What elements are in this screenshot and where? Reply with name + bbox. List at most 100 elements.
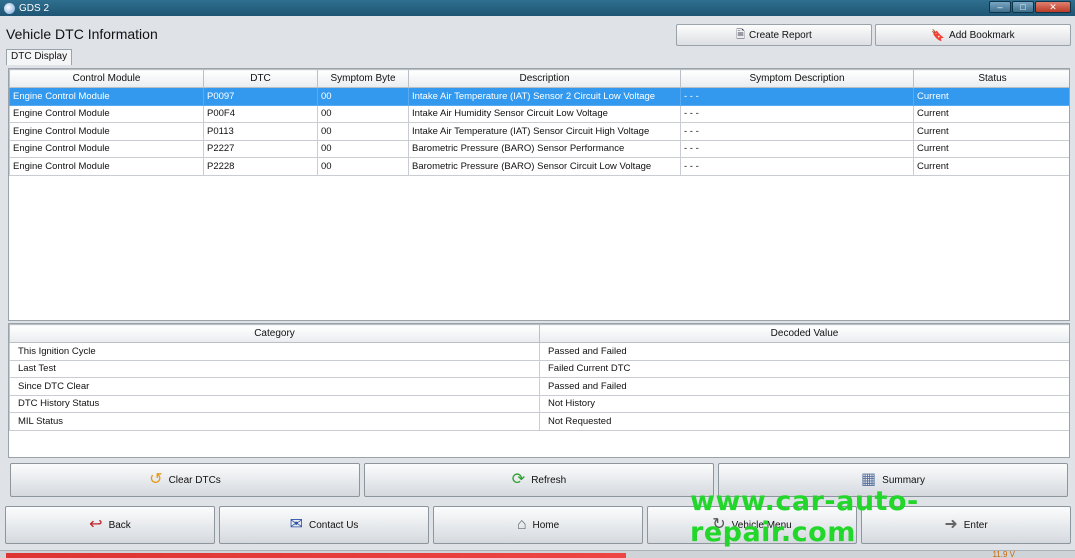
create-report-button[interactable]: 🗎 Create Report	[676, 24, 872, 46]
table-row[interactable]: Engine Control Module P0097 00 Intake Ai…	[9, 87, 1069, 106]
cell-category: MIL Status	[9, 412, 540, 431]
cell-category: Since DTC Clear	[9, 377, 540, 396]
tab-dtc-display[interactable]: DTC Display	[6, 49, 73, 65]
refresh-label: Refresh	[531, 474, 567, 486]
cell-symptom-description: - - -	[680, 157, 914, 176]
dtc-table-header: Control Module DTC Symptom Byte Descript…	[9, 69, 1069, 88]
window-controls: – □ ✕	[989, 1, 1071, 13]
cell-dtc: P0113	[203, 122, 318, 141]
cell-status: Current	[913, 122, 1069, 141]
refresh-icon: ⟳	[511, 471, 526, 488]
col-category[interactable]: Category	[9, 324, 540, 343]
cell-description: Barometric Pressure (BARO) Sensor Circui…	[408, 157, 681, 176]
table-row[interactable]: DTC History Status Not History	[9, 394, 1069, 413]
table-row[interactable]: Last Test Failed Current DTC	[9, 359, 1069, 378]
table-row[interactable]: Since DTC Clear Passed and Failed	[9, 377, 1069, 396]
close-button[interactable]: ✕	[1035, 1, 1071, 13]
cell-description: Barometric Pressure (BARO) Sensor Perfor…	[408, 139, 681, 158]
cell-symptom-byte: 00	[317, 122, 409, 141]
clear-dtcs-label: Clear DTCs	[168, 474, 221, 486]
bookmark-icon: 🔖	[931, 29, 946, 42]
app-icon	[4, 2, 15, 14]
create-report-label: Create Report	[749, 29, 812, 41]
clear-icon: ↺	[149, 471, 163, 488]
table-row[interactable]: This Ignition Cycle Passed and Failed	[9, 342, 1069, 361]
minimize-button[interactable]: –	[989, 1, 1011, 13]
cell-symptom-description: - - -	[680, 139, 914, 158]
status-table-header: Category Decoded Value	[9, 324, 1069, 343]
cell-description: Intake Air Temperature (IAT) Sensor 2 Ci…	[408, 87, 681, 106]
col-control-module[interactable]: Control Module	[9, 69, 204, 88]
cell-dtc: P2228	[203, 157, 318, 176]
col-dtc[interactable]: DTC	[203, 69, 318, 88]
table-row[interactable]: Engine Control Module P00F4 00 Intake Ai…	[9, 104, 1069, 123]
report-icon: 🗎	[736, 28, 746, 41]
contact-us-label: Contact Us	[308, 519, 359, 531]
home-button[interactable]: ⌂ Home	[433, 506, 643, 544]
cell-decoded-value: Not Requested	[539, 412, 1069, 431]
cell-symptom-description: - - -	[680, 104, 914, 123]
add-bookmark-button[interactable]: 🔖 Add Bookmark	[875, 24, 1071, 46]
cell-symptom-byte: 00	[317, 139, 409, 158]
table-row[interactable]: Engine Control Module P2227 00 Barometri…	[9, 139, 1069, 158]
cell-decoded-value: Passed and Failed	[539, 377, 1069, 396]
cell-category: This Ignition Cycle	[9, 342, 540, 361]
summary-label: Summary	[882, 474, 925, 486]
cell-description: Intake Air Humidity Sensor Circuit Low V…	[408, 104, 681, 123]
cell-symptom-byte: 00	[317, 104, 409, 123]
cell-description: Intake Air Temperature (IAT) Sensor Circ…	[408, 122, 681, 141]
table-row[interactable]: Engine Control Module P2228 00 Barometri…	[9, 157, 1069, 176]
cell-symptom-description: - - -	[680, 87, 914, 106]
cell-decoded-value: Not History	[539, 394, 1069, 413]
status-progress-bar	[6, 553, 626, 558]
cell-control-module: Engine Control Module	[9, 87, 204, 106]
cell-status: Current	[913, 157, 1069, 176]
cell-symptom-byte: 00	[317, 157, 409, 176]
maximize-button[interactable]: □	[1012, 1, 1034, 13]
cell-dtc: P0097	[203, 87, 318, 106]
col-symptom-description[interactable]: Symptom Description	[680, 69, 914, 88]
status-bar: 11.9 V	[0, 550, 1075, 558]
cell-dtc: P2227	[203, 139, 318, 158]
envelope-icon: ✉	[289, 516, 303, 533]
refresh-button[interactable]: ⟳ Refresh	[364, 463, 714, 497]
table-row[interactable]: MIL Status Not Requested	[9, 412, 1069, 431]
col-symptom-byte[interactable]: Symptom Byte	[317, 69, 409, 88]
home-icon: ⌂	[516, 516, 527, 533]
cell-control-module: Engine Control Module	[9, 157, 204, 176]
dtc-status-table: Category Decoded Value This Ignition Cyc…	[9, 324, 1069, 431]
main-content: Vehicle DTC Information 🗎 Create Report …	[0, 16, 1075, 558]
window-title: GDS 2	[19, 2, 50, 14]
battery-voltage: 11.9 V	[992, 550, 1015, 558]
col-description[interactable]: Description	[408, 69, 681, 88]
cell-symptom-description: - - -	[680, 122, 914, 141]
cell-category: DTC History Status	[9, 394, 540, 413]
cell-dtc: P00F4	[203, 104, 318, 123]
title-bar: GDS 2 – □ ✕	[0, 0, 1075, 16]
col-decoded-value[interactable]: Decoded Value	[539, 324, 1069, 343]
home-label: Home	[532, 519, 560, 531]
col-status[interactable]: Status	[913, 69, 1069, 88]
dtc-status-panel: Category Decoded Value This Ignition Cyc…	[8, 323, 1070, 458]
page-title: Vehicle DTC Information	[6, 26, 158, 42]
back-button[interactable]: ↩ Back	[5, 506, 215, 544]
dtc-table: Control Module DTC Symptom Byte Descript…	[9, 69, 1069, 176]
cell-control-module: Engine Control Module	[9, 122, 204, 141]
clear-dtcs-button[interactable]: ↺ Clear DTCs	[10, 463, 360, 497]
cell-symptom-byte: 00	[317, 87, 409, 106]
dtc-table-panel: Control Module DTC Symptom Byte Descript…	[8, 68, 1070, 321]
cell-status: Current	[913, 104, 1069, 123]
cell-control-module: Engine Control Module	[9, 104, 204, 123]
cell-category: Last Test	[9, 359, 540, 378]
table-row[interactable]: Engine Control Module P0113 00 Intake Ai…	[9, 122, 1069, 141]
cell-decoded-value: Passed and Failed	[539, 342, 1069, 361]
watermark: www.car-auto-repair.com	[690, 486, 919, 548]
cell-status: Current	[913, 139, 1069, 158]
back-label: Back	[108, 519, 131, 531]
contact-us-button[interactable]: ✉ Contact Us	[219, 506, 429, 544]
cell-decoded-value: Failed Current DTC	[539, 359, 1069, 378]
back-arrow-icon: ↩	[89, 516, 103, 533]
add-bookmark-label: Add Bookmark	[949, 29, 1015, 41]
cell-status: Current	[913, 87, 1069, 106]
cell-control-module: Engine Control Module	[9, 139, 204, 158]
